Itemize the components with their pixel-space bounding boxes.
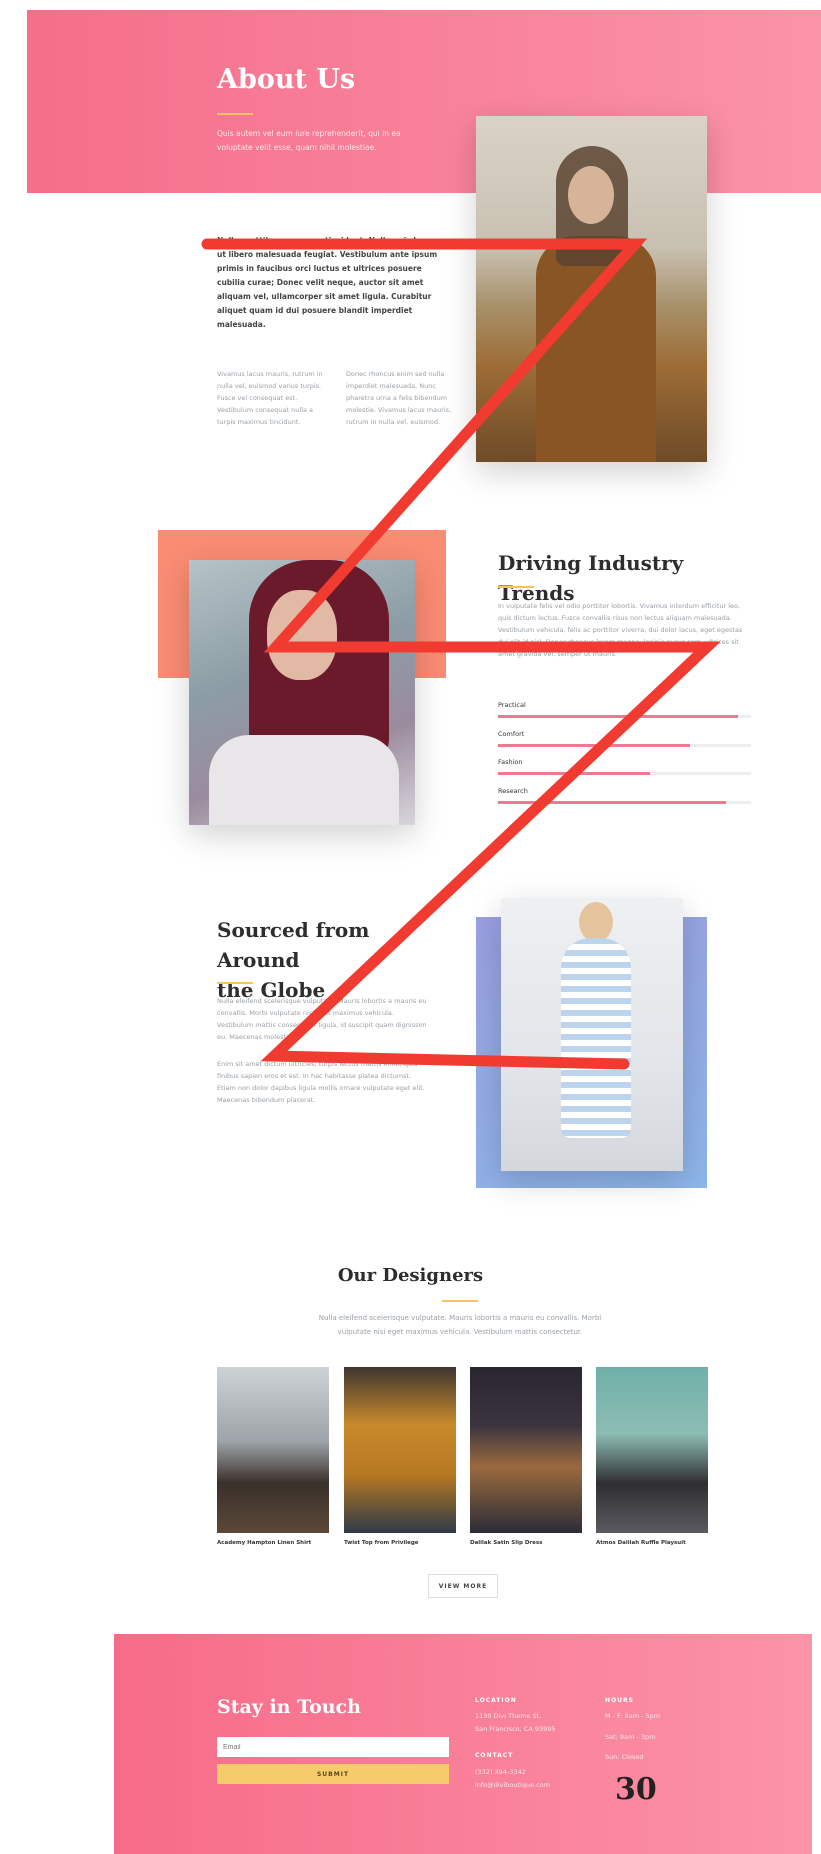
sourced-paragraph-2: Enim sit amet dictum ultricies, turpis l… [217, 1060, 425, 1104]
email-input[interactable] [217, 1737, 449, 1757]
designers-title-underline [442, 1300, 478, 1302]
trends-title-underline [498, 586, 534, 588]
sourced-paragraph-1: Nulla eleifend scelerisque vulputate. Ma… [217, 997, 427, 1041]
hours-sunday: Sun: Closed [605, 1753, 644, 1761]
skill-label: Fashion [498, 758, 523, 766]
designer-photo[interactable] [344, 1367, 456, 1533]
skill-bar-comfort: Comfort [498, 730, 751, 747]
designer-photo[interactable] [217, 1367, 329, 1533]
skill-track [498, 801, 751, 804]
designer-card[interactable]: Dalilak Satin Slip Dress [470, 1367, 582, 1546]
designer-card[interactable]: Academy Hampton Linen Shirt [217, 1367, 329, 1546]
sourced-title: Sourced from Around the Globe [217, 915, 447, 1005]
hero-subtitle: Quis autem vel eum iure reprehenderit, q… [217, 129, 401, 152]
skill-fill [498, 772, 650, 775]
designer-caption[interactable]: Twist Top from Privilege [344, 1540, 456, 1546]
trends-photo-woman-red-hair [189, 560, 415, 825]
contact-email[interactable]: info@diviboutique.com [475, 1779, 550, 1792]
skill-fill [498, 715, 739, 718]
designer-photo[interactable] [470, 1367, 582, 1533]
skill-label: Practical [498, 701, 526, 709]
designer-card[interactable]: Twist Top from Privilege [344, 1367, 456, 1546]
skill-bar-practical: Practical [498, 701, 751, 718]
designers-title: Our Designers [337, 1265, 484, 1286]
designer-card[interactable]: Atmos Dalilah Ruffle Playsuit [596, 1367, 708, 1546]
contact-phone[interactable]: (332) 394-3342 [475, 1766, 526, 1779]
photo-dress-shape [561, 938, 631, 1138]
hours-weekdays: M - F: 8am - 5pm [605, 1712, 661, 1720]
skill-fill [498, 744, 691, 747]
about-intro-paragraph: Nulla porttitor accumsan tincidunt. Null… [217, 236, 438, 329]
skill-fill [498, 801, 726, 804]
about-column-1: Vivamus lacus mauris, rutrum in nulla ve… [217, 370, 323, 426]
sourced-title-underline [217, 982, 253, 984]
trends-title: Driving Industry Trends [498, 551, 684, 605]
title-underline [217, 113, 253, 115]
photo-head-shape [579, 902, 613, 942]
skill-bar-research: Research [498, 787, 751, 804]
skill-track [498, 772, 751, 775]
designer-caption[interactable]: Dalilak Satin Slip Dress [470, 1540, 582, 1546]
annotation-number: 30 [615, 1772, 657, 1807]
footer-title: Stay in Touch [217, 1696, 361, 1718]
photo-face-shape [267, 590, 337, 680]
skill-label: Research [498, 787, 528, 795]
trends-paragraph: In vulputate felis vel odio porttitor lo… [498, 602, 743, 658]
about-column-2: Donec rhoncus enim sed nulla imperdiet m… [346, 370, 452, 426]
hours-saturday: Sat: 9am - 3pm [605, 1733, 656, 1741]
submit-button[interactable]: SUBMIT [217, 1764, 449, 1784]
designers-subtitle: Nulla eleifend scelerisque vulputate. Ma… [318, 1314, 602, 1336]
photo-face-shape [568, 166, 614, 224]
photo-sweater-shape [536, 236, 656, 462]
designer-photo[interactable] [596, 1367, 708, 1533]
view-more-button[interactable]: VIEW MORE [428, 1574, 498, 1598]
skill-track [498, 715, 751, 718]
sourced-title-line-1: Sourced from Around [217, 918, 370, 972]
about-photo-woman-sweater [476, 116, 707, 462]
designer-caption[interactable]: Atmos Dalilah Ruffle Playsuit [596, 1540, 708, 1546]
location-line-1: 1130 Divi Theme St. [475, 1712, 542, 1720]
location-line-2: San Francisco, CA 93995 [475, 1725, 556, 1733]
designer-caption[interactable]: Academy Hampton Linen Shirt [217, 1540, 329, 1546]
page-title: About Us [217, 64, 356, 95]
skill-label: Comfort [498, 730, 525, 738]
contact-heading: CONTACT [475, 1752, 514, 1759]
skill-bar-fashion: Fashion [498, 758, 751, 775]
skill-track [498, 744, 751, 747]
sourced-photo-striped-dress [501, 898, 683, 1171]
location-heading: LOCATION [475, 1697, 517, 1704]
hours-heading: HOURS [605, 1697, 634, 1704]
photo-shirt-shape [209, 735, 399, 825]
